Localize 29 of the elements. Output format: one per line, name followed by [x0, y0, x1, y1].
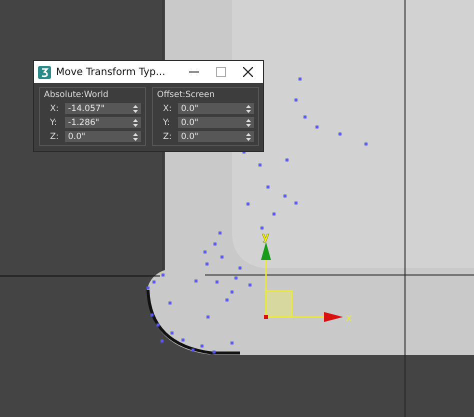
spinner-field[interactable]: 0.0" [65, 131, 141, 142]
axis-label: Y: [50, 118, 58, 128]
axis-label: Z: [50, 132, 60, 142]
axis-label: X: [163, 104, 173, 114]
spinner-arrows-icon[interactable] [246, 104, 251, 112]
app-icon [38, 66, 51, 78]
group-label: Offset:Screen [157, 90, 216, 100]
axis-label: Y: [163, 118, 171, 128]
group-label: Absolute:World [44, 90, 110, 100]
axis-label: X: [50, 104, 60, 114]
pivot-icon [264, 315, 268, 319]
y-axis-arrow[interactable] [261, 242, 271, 317]
axis-label: Z: [163, 132, 173, 142]
spinner-arrows-icon[interactable] [133, 104, 138, 112]
spinner-arrows-icon[interactable] [246, 132, 251, 140]
plane-handle[interactable] [265, 290, 293, 318]
spinner-arrows-icon[interactable] [246, 118, 251, 126]
spinner-field[interactable]: -1.286" [65, 117, 141, 128]
spinner-field[interactable]: -14.057" [65, 103, 141, 114]
axis-label: y [262, 230, 270, 243]
spinner-arrows-icon[interactable] [133, 132, 138, 140]
spinner-field[interactable]: 0.0" [178, 117, 254, 128]
spinner-field[interactable]: 0.0" [178, 103, 254, 114]
spinner-field[interactable]: 0.0" [178, 131, 254, 142]
x-axis-arrow[interactable] [266, 312, 343, 322]
spinner-arrows-icon[interactable] [133, 118, 138, 126]
window-title: Move Transform Typ... [56, 66, 166, 78]
axis-label: x [346, 313, 352, 324]
close-icon[interactable] [243, 67, 253, 77]
